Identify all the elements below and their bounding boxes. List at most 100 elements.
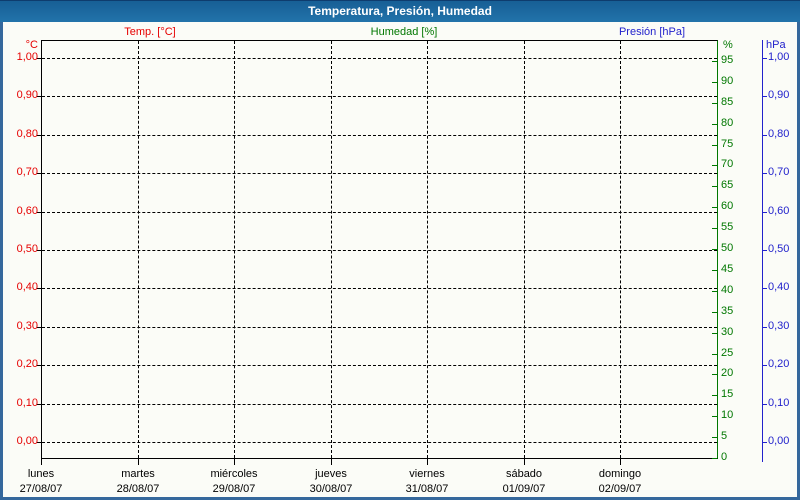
humidity-axis-unit: % bbox=[723, 39, 733, 51]
gridline-horizontal bbox=[42, 173, 717, 175]
x-day-label: domingo bbox=[598, 468, 642, 480]
x-axis-tick bbox=[138, 459, 139, 465]
page-title: Temperatura, Presión, Humedad bbox=[308, 4, 492, 18]
temp-tick-label: 0,60 bbox=[16, 204, 38, 217]
gridline-horizontal bbox=[42, 211, 717, 213]
temp-tick-label: 0,00 bbox=[16, 435, 38, 447]
pressure-axis-tick bbox=[762, 442, 767, 443]
x-axis-tick bbox=[41, 459, 42, 465]
x-axis-tick bbox=[427, 459, 428, 465]
humidity-axis-tick bbox=[712, 353, 717, 355]
humidity-axis-tick bbox=[712, 123, 717, 125]
pressure-tick-label: 0,60 bbox=[768, 204, 790, 217]
pressure-tick-label: 1,00 bbox=[768, 51, 790, 63]
pressure-tick-label: 0,70 bbox=[768, 166, 790, 179]
gridline-horizontal bbox=[42, 134, 717, 136]
pressure-axis-tick bbox=[762, 211, 767, 213]
humidity-tick-label: 55 bbox=[721, 221, 734, 234]
humidity-axis-tick bbox=[712, 332, 717, 334]
humidity-tick-label: 75 bbox=[721, 137, 734, 150]
temp-tick-label: 0,80 bbox=[16, 127, 38, 140]
gridline-vertical bbox=[330, 41, 332, 458]
temp-tick-label: 0,10 bbox=[16, 396, 38, 409]
x-date-label: 29/08/07 bbox=[212, 483, 256, 495]
gridline-vertical bbox=[427, 41, 429, 458]
pressure-axis-line bbox=[762, 40, 763, 462]
gridline-vertical bbox=[234, 41, 236, 458]
humidity-axis-tick bbox=[712, 395, 717, 397]
humidity-tick-label: 45 bbox=[721, 262, 734, 275]
temp-tick-label: 0,20 bbox=[16, 358, 38, 371]
x-date-label: 02/09/07 bbox=[598, 483, 642, 495]
humidity-tick-label: 90 bbox=[721, 74, 734, 87]
x-axis-tick bbox=[331, 459, 332, 465]
pressure-axis-tick bbox=[762, 403, 767, 405]
x-day-label: lunes bbox=[27, 468, 55, 480]
gridline-horizontal bbox=[42, 96, 717, 98]
x-date-label: 27/08/07 bbox=[19, 483, 63, 495]
gridline-horizontal bbox=[42, 403, 717, 405]
humidity-tick-label: 35 bbox=[721, 304, 734, 317]
humidity-axis-tick bbox=[712, 311, 717, 313]
pressure-axis-tick bbox=[762, 96, 767, 98]
temp-tick-label: 0,90 bbox=[16, 89, 38, 102]
legend-pressure-label: Presión [hPa] bbox=[618, 26, 686, 38]
humidity-axis-tick bbox=[712, 81, 717, 83]
x-day-label: jueves bbox=[315, 468, 347, 480]
humidity-axis-tick bbox=[712, 60, 717, 62]
pressure-tick-label: 0,40 bbox=[768, 281, 790, 294]
humidity-tick-label: 80 bbox=[721, 116, 734, 129]
temp-tick-label: 0,40 bbox=[16, 281, 38, 294]
temp-tick-label: 0,70 bbox=[16, 166, 38, 179]
humidity-tick-label: 85 bbox=[721, 95, 734, 108]
temp-tick-label: 0,50 bbox=[16, 243, 38, 255]
x-date-label: 30/08/07 bbox=[309, 483, 353, 495]
x-axis-tick bbox=[524, 459, 525, 465]
x-date-label: 01/09/07 bbox=[502, 483, 546, 495]
pressure-axis-tick bbox=[762, 365, 767, 367]
humidity-tick-label: 30 bbox=[721, 325, 734, 338]
pressure-tick-label: 0,30 bbox=[768, 319, 790, 332]
pressure-tick-label: 0,00 bbox=[768, 435, 790, 447]
gridline-horizontal bbox=[42, 326, 717, 328]
humidity-axis-tick bbox=[712, 416, 717, 418]
pressure-tick-label: 0,80 bbox=[768, 127, 790, 140]
x-date-label: 31/08/07 bbox=[405, 483, 449, 495]
humidity-axis-tick bbox=[712, 228, 717, 230]
humidity-tick-label: 10 bbox=[721, 409, 734, 422]
gridline-horizontal bbox=[42, 58, 717, 59]
pressure-tick-label: 0,20 bbox=[768, 358, 790, 371]
humidity-axis-tick bbox=[712, 207, 717, 209]
weather-chart-window: Temperatura, Presión, Humedad Temp. [°C]… bbox=[0, 0, 800, 500]
pressure-tick-label: 0,90 bbox=[768, 89, 790, 102]
plot-area bbox=[41, 40, 718, 459]
gridline-vertical bbox=[523, 41, 525, 458]
humidity-tick-label: 95 bbox=[721, 53, 734, 66]
humidity-tick-label: 15 bbox=[721, 388, 734, 401]
pressure-tick-label: 0,10 bbox=[768, 396, 790, 409]
humidity-tick-label: 50 bbox=[721, 242, 734, 254]
pressure-tick-label: 0,50 bbox=[768, 243, 790, 255]
legend-humidity-label: Humedad [%] bbox=[370, 26, 438, 38]
temp-tick-label: 0,30 bbox=[16, 319, 38, 332]
humidity-tick-label: 70 bbox=[721, 158, 734, 171]
humidity-axis-tick bbox=[712, 186, 717, 188]
humidity-tick-label: 5 bbox=[721, 430, 728, 443]
gridline-horizontal bbox=[42, 250, 717, 251]
x-day-label: sábado bbox=[505, 468, 543, 480]
temp-tick-label: 1,00 bbox=[16, 51, 38, 63]
x-axis-tick bbox=[620, 459, 621, 465]
x-day-label: miércoles bbox=[210, 468, 258, 480]
humidity-axis-tick bbox=[712, 374, 717, 376]
humidity-tick-label: 25 bbox=[721, 346, 734, 359]
humidity-tick-label: 20 bbox=[721, 367, 734, 380]
title-bar: Temperatura, Presión, Humedad bbox=[0, 0, 800, 22]
gridline-vertical bbox=[137, 41, 139, 458]
x-date-label: 28/08/07 bbox=[116, 483, 160, 495]
humidity-axis-tick bbox=[712, 249, 717, 250]
humidity-axis-tick bbox=[712, 144, 717, 146]
pressure-axis-tick bbox=[762, 250, 767, 251]
gridline-horizontal bbox=[42, 288, 717, 290]
humidity-tick-label: 40 bbox=[721, 283, 734, 296]
humidity-axis-tick bbox=[712, 165, 717, 167]
